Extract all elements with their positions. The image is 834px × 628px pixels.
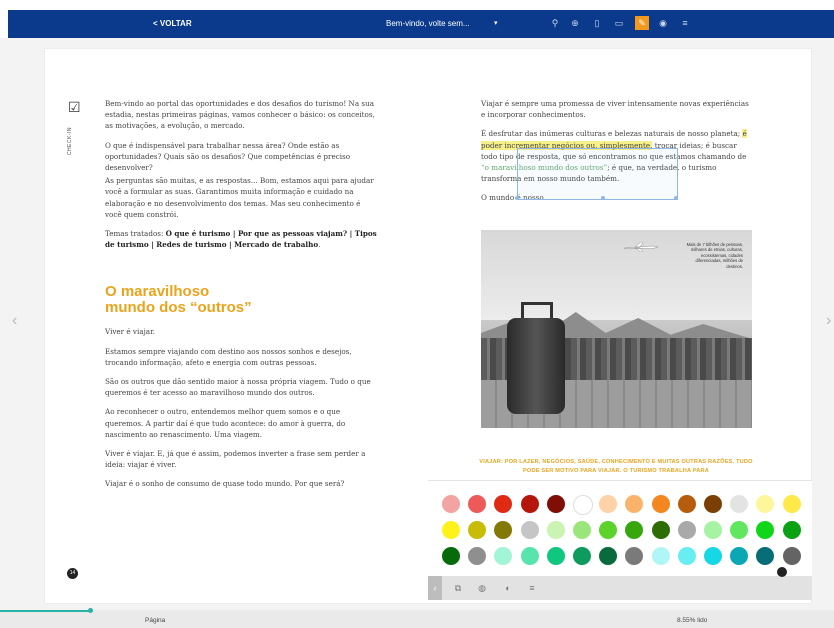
text-selection-box[interactable] — [517, 148, 678, 200]
color-swatch[interactable] — [468, 495, 487, 513]
color-swatch[interactable] — [756, 521, 775, 539]
chevron-down-icon[interactable]: ▾ — [494, 10, 498, 38]
highlighter-icon[interactable]: ✎ — [635, 16, 649, 30]
paragraph: As perguntas são muitas, e as respostas.… — [105, 176, 374, 219]
reading-progress-bar[interactable] — [0, 610, 90, 612]
color-swatch[interactable] — [782, 495, 801, 513]
progress-handle[interactable] — [88, 608, 93, 613]
color-swatch[interactable] — [704, 521, 722, 539]
color-swatch[interactable] — [651, 495, 670, 513]
color-swatch[interactable] — [546, 495, 565, 513]
topics-prefix: Temas tratados: — [105, 229, 166, 239]
color-swatch[interactable] — [704, 495, 722, 513]
menu-icon[interactable]: ≡ — [678, 16, 692, 30]
color-swatch[interactable] — [704, 547, 722, 565]
selection-handle[interactable] — [601, 196, 605, 200]
topics-suffix: . — [318, 240, 321, 250]
next-page-arrow[interactable]: › — [826, 312, 831, 330]
paragraph: Viajar é o sonho de consumo de quase tod… — [105, 479, 345, 489]
selection-handle[interactable] — [515, 196, 519, 200]
color-swatch[interactable] — [677, 495, 696, 513]
color-swatch[interactable] — [573, 521, 591, 539]
checkin-label: CHECK-IN — [67, 127, 73, 156]
selection-handle[interactable] — [674, 196, 678, 200]
left-column: Bem-vindo ao portal das oportunidades e … — [105, 98, 377, 498]
bottom-status-bar: Página 8.55% lido — [0, 608, 834, 628]
color-swatch[interactable] — [573, 547, 591, 565]
opacity-icon[interactable]: ◐ — [502, 582, 514, 594]
color-swatch[interactable] — [625, 547, 644, 565]
bookmark-icon[interactable]: ▯ — [590, 16, 604, 30]
color-swatch[interactable] — [468, 521, 487, 539]
paragraph: Viver é viajar. — [105, 327, 156, 337]
color-swatch[interactable] — [520, 547, 539, 565]
eye-icon[interactable]: ◉ — [656, 16, 670, 30]
search-icon[interactable]: ⚲ — [548, 16, 562, 30]
color-swatch[interactable] — [677, 521, 696, 539]
color-swatch[interactable] — [625, 495, 644, 513]
figure-caption: VIAJAR: POR LAZER, NEGÓCIOS, SAÚDE, CONH… — [479, 459, 753, 474]
paragraph: Ao reconhecer o outro, entendemos melhor… — [105, 407, 346, 439]
color-swatch[interactable] — [730, 495, 749, 513]
palette-back-button[interactable]: ‹ — [428, 576, 442, 600]
paragraph: Bem-vindo ao portal das oportunidades e … — [105, 99, 375, 131]
color-swatch[interactable] — [442, 547, 460, 565]
color-swatch[interactable] — [730, 547, 749, 565]
color-palette — [428, 480, 812, 577]
reader-toolbar: < VOLTAR Bem-vindo, volte sem... ▾ ⚲ ⊕ ▯… — [8, 10, 834, 38]
color-swatch[interactable] — [494, 547, 513, 565]
palette-toolbar: ‹ ⧉ ◍ ◐ ≡ — [428, 576, 812, 600]
previous-page-arrow[interactable]: ‹ — [12, 312, 17, 330]
chapter-title[interactable]: Bem-vindo, volte sem... — [386, 10, 470, 38]
text-span: É desfrutar das inúmeras culturas e bele… — [481, 129, 743, 139]
color-swatch[interactable] — [782, 547, 801, 565]
airplane-icon — [623, 242, 659, 252]
section-heading: O maravilhoso mundo dos “outros” — [105, 284, 377, 316]
paragraph: Estamos sempre viajando com destino aos … — [105, 346, 352, 367]
color-swatch[interactable] — [442, 521, 460, 539]
color-swatch[interactable] — [599, 495, 618, 513]
color-swatch[interactable] — [599, 547, 618, 565]
color-swatch[interactable] — [782, 521, 801, 539]
color-swatch[interactable] — [651, 521, 670, 539]
color-swatch[interactable] — [651, 547, 670, 565]
color-swatch[interactable] — [573, 495, 593, 515]
color-swatch[interactable] — [756, 495, 775, 513]
suitcase-illustration: Mais de 7 bilhões de pessoas, milhares d… — [481, 230, 752, 428]
color-swatch[interactable] — [442, 495, 460, 513]
page-marker — [777, 567, 787, 577]
heading-line-2: mundo dos “outros” — [105, 299, 252, 317]
color-swatch[interactable] — [546, 521, 565, 539]
paragraph: São os outros que dão sentido maior à no… — [105, 377, 371, 398]
color-swatch[interactable] — [494, 495, 513, 513]
back-button[interactable]: < VOLTAR — [153, 10, 192, 38]
zoom-icon[interactable]: ⊕ — [568, 16, 582, 30]
color-swatch[interactable] — [677, 547, 696, 565]
comment-icon[interactable]: ▭ — [612, 16, 626, 30]
color-swatch[interactable] — [494, 521, 513, 539]
color-swatch[interactable] — [625, 521, 644, 539]
color-swatch[interactable] — [468, 547, 487, 565]
paragraph: Viajar é sempre uma promessa de viver in… — [481, 99, 749, 120]
page-label: Página — [145, 617, 166, 624]
heading-line-1: O maravilhoso — [105, 283, 210, 301]
topics-paragraph: Temas tratados: O que é turismo | Por qu… — [105, 228, 377, 250]
paint-bucket-icon[interactable]: ◍ — [476, 582, 488, 594]
lines-icon[interactable]: ≡ — [526, 582, 538, 594]
color-swatch[interactable] — [520, 521, 539, 539]
pages-icon[interactable]: ⧉ — [452, 582, 464, 594]
paragraph: Viver é viajar. E, já que é assim, podem… — [105, 449, 366, 470]
color-swatch[interactable] — [730, 521, 749, 539]
color-swatch[interactable] — [599, 521, 618, 539]
read-percentage: 8.55% lido — [677, 617, 708, 624]
color-swatch[interactable] — [520, 495, 539, 513]
illustration-caption: Mais de 7 bilhões de pessoas, milhares d… — [686, 242, 743, 269]
suitcase — [507, 318, 565, 414]
page-number: 14 — [67, 568, 78, 579]
color-swatch[interactable] — [756, 547, 775, 565]
color-swatch[interactable] — [546, 547, 565, 565]
checkbox-icon: ☑ — [68, 99, 81, 115]
paragraph: O que é indispensável para trabalhar nes… — [105, 140, 351, 173]
